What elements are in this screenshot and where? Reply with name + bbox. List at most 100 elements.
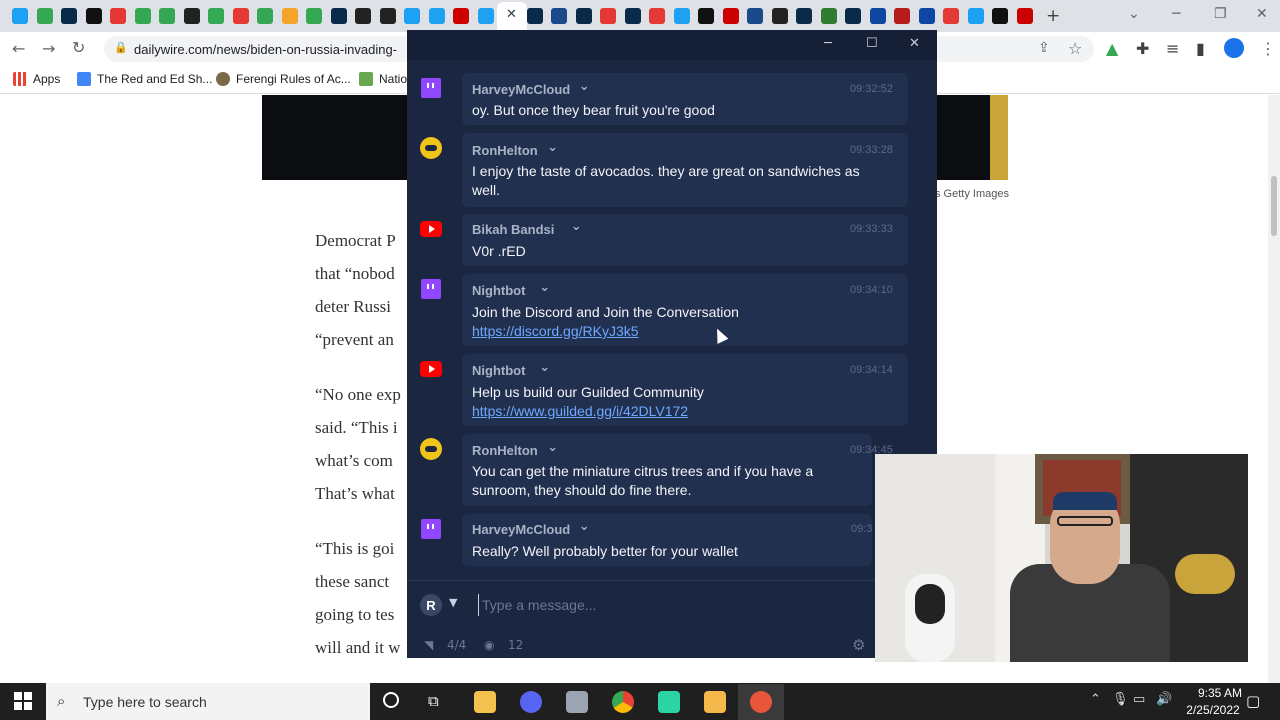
tab-favicon-2[interactable] (61, 8, 77, 24)
tab-favicon-31[interactable] (771, 8, 788, 24)
chat-maximize-icon[interactable]: ☐ (866, 36, 878, 51)
chrome-icon[interactable] (612, 691, 634, 713)
close-window-icon[interactable]: ✕ (1256, 6, 1268, 22)
chat-message-link[interactable]: https://www.guilded.gg/i/42DLV172 (472, 403, 688, 419)
new-tab-button[interactable]: + (1046, 6, 1060, 26)
tab-favicon-39[interactable] (967, 8, 984, 24)
cortana-icon[interactable] (383, 692, 399, 708)
tab-favicon-34[interactable] (845, 8, 861, 24)
tab-favicon-25[interactable] (624, 8, 641, 24)
profile-avatar[interactable] (1224, 38, 1244, 58)
tab-favicon-1[interactable] (36, 8, 53, 24)
volume-icon[interactable]: 🔊 (1156, 692, 1172, 707)
bookmark-red-and-ed[interactable]: The Red and Ed Sh... (77, 72, 212, 86)
chat-minimize-icon[interactable]: ─ (824, 36, 832, 51)
chat-titlebar[interactable] (407, 30, 937, 60)
bookmark-natio[interactable]: Natio (359, 72, 407, 86)
tab-favicon-35[interactable] (869, 8, 886, 24)
tab-favicon-12[interactable] (306, 8, 322, 24)
media-player-icon[interactable] (704, 691, 726, 713)
tab-favicon-41[interactable] (1016, 8, 1033, 24)
drive-extension-icon[interactable]: ▲ (1106, 39, 1118, 58)
chevron-down-icon[interactable]: ⌄ (539, 280, 550, 295)
chevron-down-icon[interactable]: ▼ (449, 596, 457, 609)
chat-username[interactable]: RonHelton (472, 143, 538, 158)
chat-username[interactable]: Nightbot (472, 283, 525, 298)
chat-close-icon[interactable]: ✕ (909, 36, 920, 51)
tab-favicon-18[interactable] (453, 8, 469, 24)
chevron-down-icon[interactable]: ⌄ (539, 360, 550, 375)
chat-app-icon[interactable] (658, 691, 680, 713)
tab-favicon-33[interactable] (820, 8, 837, 24)
bookmark-apps[interactable]: Apps (13, 72, 60, 86)
tab-close-icon[interactable]: ✕ (506, 7, 517, 22)
chevron-down-icon[interactable]: ⌄ (579, 79, 590, 94)
tab-favicon-30[interactable] (747, 8, 763, 24)
page-scrollbar-thumb[interactable] (1271, 176, 1277, 236)
taskbar-clock-date[interactable]: 2/25/2022 (1178, 703, 1248, 717)
tab-favicon-0[interactable] (12, 8, 28, 24)
tab-favicon-40[interactable] (992, 8, 1008, 24)
tab-favicon-23[interactable] (575, 8, 592, 24)
menu-kebab-icon[interactable]: ⋮ (1260, 39, 1276, 58)
tab-favicon-4[interactable] (110, 8, 126, 24)
tab-favicon-26[interactable] (649, 8, 665, 24)
reading-list-icon[interactable]: ≡ (1166, 39, 1179, 58)
task-view-icon[interactable]: ⧉ (428, 692, 439, 710)
network-icon[interactable]: ▭ (1133, 692, 1145, 707)
bookmark-ferengi[interactable]: Ferengi Rules of Ac... (216, 72, 351, 86)
tab-favicon-38[interactable] (943, 8, 959, 24)
tab-favicon-24[interactable] (600, 8, 616, 24)
chat-settings-gear-icon[interactable]: ⚙ (852, 636, 865, 654)
chevron-down-icon[interactable]: ⌄ (571, 219, 582, 234)
minimize-icon[interactable]: ─ (1172, 6, 1180, 22)
tab-favicon-7[interactable] (183, 8, 200, 24)
tab-favicon-15[interactable] (379, 8, 396, 24)
microphone-icon[interactable]: 🎙 (1112, 692, 1129, 707)
tab-favicon-11[interactable] (281, 8, 298, 24)
reload-icon[interactable]: ↻ (72, 38, 85, 57)
tray-chevron-up-icon[interactable]: ⌃ (1090, 692, 1101, 707)
tab-favicon-27[interactable] (673, 8, 690, 24)
tab-favicon-21[interactable] (526, 8, 543, 24)
tab-favicon-9[interactable] (232, 8, 249, 24)
tab-favicon-17[interactable] (428, 8, 445, 24)
app-icon[interactable] (566, 691, 588, 713)
share-icon[interactable]: ⇪ (1038, 40, 1050, 56)
tab-favicon-22[interactable] (551, 8, 567, 24)
tab-favicon-14[interactable] (355, 8, 371, 24)
tab-favicon-29[interactable] (722, 8, 739, 24)
discord-icon[interactable] (520, 691, 542, 713)
tab-favicon-10[interactable] (257, 8, 273, 24)
taskbar-clock-time[interactable]: 9:35 AM (1190, 686, 1250, 700)
notification-icon[interactable]: ▢ (1246, 692, 1260, 710)
forward-icon[interactable]: → (42, 39, 55, 58)
tab-favicon-3[interactable] (85, 8, 102, 24)
side-panel-icon[interactable]: ▮ (1196, 39, 1205, 58)
tab-favicon-8[interactable] (208, 8, 224, 24)
chat-username[interactable]: RonHelton (472, 443, 538, 458)
tab-favicon-28[interactable] (698, 8, 714, 24)
chevron-down-icon[interactable]: ⌄ (547, 140, 558, 155)
tab-favicon-32[interactable] (796, 8, 812, 24)
taskbar-search-placeholder[interactable]: Type here to search (83, 694, 207, 710)
chevron-down-icon[interactable]: ⌄ (547, 440, 558, 455)
chevron-down-icon[interactable]: ⌄ (579, 519, 590, 534)
chat-username[interactable]: HarveyMcCloud (472, 522, 570, 537)
chat-username[interactable]: HarveyMcCloud (472, 82, 570, 97)
chat-message-link[interactable]: https://discord.gg/RKyJ3k5 (472, 323, 639, 339)
tab-favicon-6[interactable] (159, 8, 175, 24)
tab-search-icon[interactable]: ⌄ (1128, 6, 1140, 22)
tab-favicon-36[interactable] (894, 8, 910, 24)
back-icon[interactable]: ← (12, 39, 25, 58)
tab-favicon-19[interactable] (477, 8, 494, 24)
tab-favicon-16[interactable] (404, 8, 420, 24)
restream-icon[interactable] (750, 691, 772, 713)
chat-username[interactable]: Bikah Bandsi (472, 222, 554, 237)
tab-favicon-37[interactable] (918, 8, 935, 24)
file-explorer-icon[interactable] (474, 691, 496, 713)
restore-icon[interactable]: ❐ (1214, 6, 1227, 22)
url-text[interactable]: dailywire.com/news/biden-on-russia-invad… (134, 42, 397, 57)
chat-message-input[interactable] (478, 594, 868, 616)
tab-favicon-5[interactable] (134, 8, 151, 24)
